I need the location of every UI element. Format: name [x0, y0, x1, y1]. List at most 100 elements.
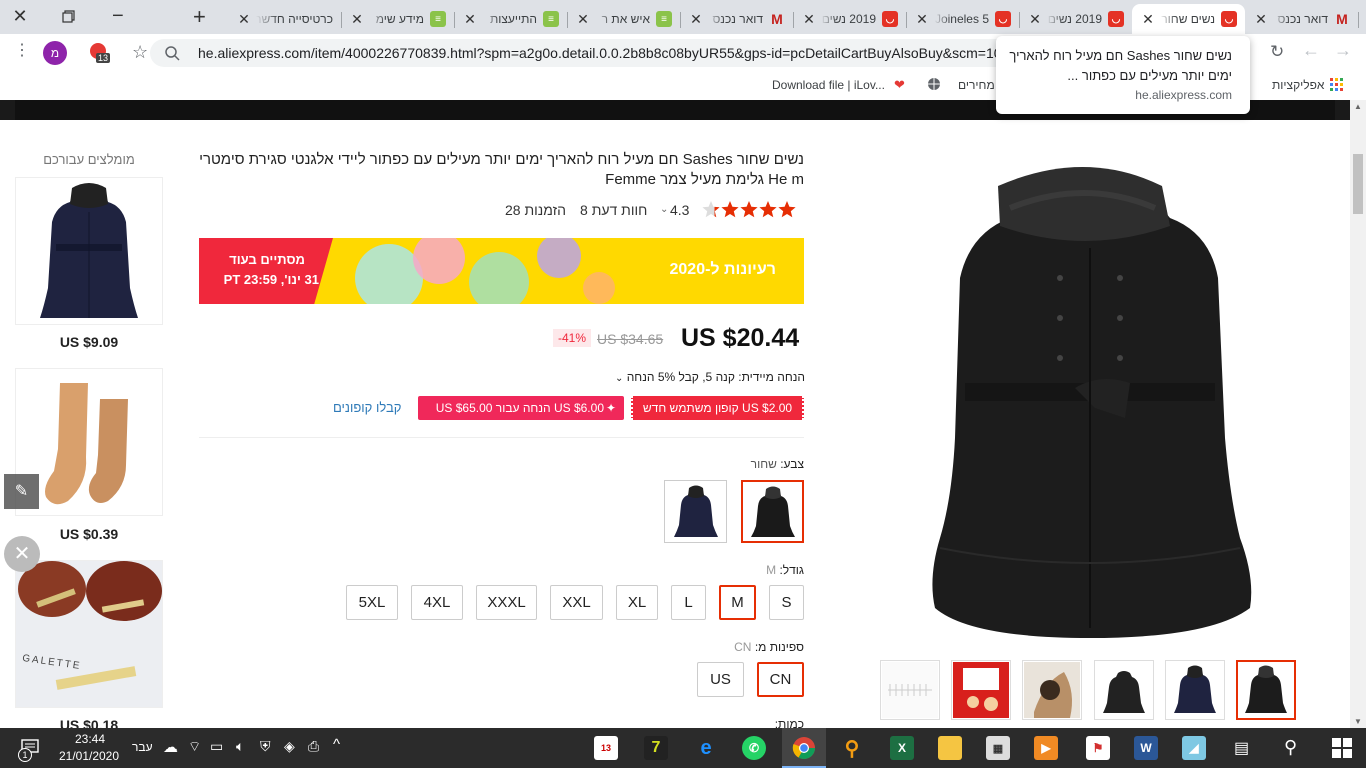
size-option-s[interactable]: S — [769, 585, 804, 620]
size-option-xxl[interactable]: XXL — [550, 585, 603, 620]
instant-discount[interactable]: הנחה מיידית: קנה 5, קבל 5% הנחה ⌄ — [607, 370, 805, 384]
new-tab-button[interactable]: + — [193, 4, 213, 29]
tab-close-icon[interactable]: ✕ — [1027, 11, 1043, 28]
wifi-icon[interactable]: ⌔ — [188, 738, 201, 756]
size-option-l[interactable]: L — [671, 585, 706, 620]
tab[interactable]: ≡ מידע שימ ✕ — [341, 4, 454, 34]
tab[interactable]: כרטיסייה חדשה ✕ — [228, 4, 341, 34]
bookmark-apps[interactable]: אפליקציות — [1272, 78, 1324, 92]
tab[interactable]: M דואר נכנס ✕ — [1245, 4, 1358, 34]
address-bar[interactable]: he.aliexpress.com/item/4000226770839.htm… — [150, 39, 1010, 67]
battery-icon[interactable]: ▭ — [210, 738, 223, 755]
clock-time[interactable]: 23:44 — [60, 732, 120, 746]
tab-close-icon[interactable]: ✕ — [688, 11, 704, 28]
bookmark-prices[interactable]: מחירים — [958, 78, 995, 92]
taskbar-file-explorer-icon[interactable] — [938, 736, 962, 760]
tab[interactable]: ≡ התייעצות ✕ — [454, 4, 567, 34]
size-option-m[interactable]: M — [719, 585, 756, 620]
profile-avatar[interactable]: מ — [43, 41, 67, 65]
sparkle-icon: ✦ — [605, 401, 616, 415]
get-coupons-link[interactable]: קבלו קופונים — [333, 400, 401, 415]
tab[interactable]: ◡ 2019 נשים ✕ — [1019, 4, 1132, 34]
onedrive-icon[interactable]: ☁ — [163, 738, 178, 756]
thumbnail-add-to-cart[interactable] — [951, 660, 1011, 720]
tab[interactable]: ≡ איש את ר ✕ — [567, 4, 680, 34]
globe-icon[interactable] — [927, 77, 941, 94]
taskbar-excel-icon[interactable]: X — [890, 736, 914, 760]
thumbnail-size-chart[interactable] — [880, 660, 940, 720]
product-main-image[interactable] — [880, 148, 1295, 648]
zoom-icon[interactable] — [164, 39, 180, 67]
color-option-navy[interactable] — [664, 480, 727, 543]
edit-floating-button[interactable]: ✎ — [4, 474, 39, 509]
coupon-discount[interactable]: ✦ US $6.00 הנחה עבור US $65.00 — [418, 396, 624, 420]
reload-icon[interactable]: ↻ — [1270, 42, 1284, 62]
scroll-down-arrow[interactable]: ▼ — [1354, 717, 1362, 726]
tab-close-icon[interactable]: ✕ — [236, 11, 252, 28]
thumbnail-navy[interactable] — [1165, 660, 1225, 720]
size-option-4xl[interactable]: 4XL — [411, 585, 463, 620]
ship-option-cn[interactable]: CN — [757, 662, 804, 697]
taskbar-chrome-active[interactable] — [782, 728, 826, 768]
close-window-icon[interactable]: ✕ — [8, 6, 32, 28]
taskbar-search-app-icon[interactable]: ⚲ — [840, 736, 864, 760]
recommended-item-coat[interactable] — [15, 177, 163, 325]
heart-icon[interactable]: ❤ — [894, 77, 905, 93]
taskbar-app-icon[interactable]: ◢ — [1182, 736, 1206, 760]
menu-kebab-icon[interactable]: ⋮ — [14, 43, 30, 63]
printer-icon[interactable]: ⎙ — [308, 738, 319, 755]
minimize-window-icon[interactable]: − — [112, 5, 132, 27]
taskbar-app-7zip-icon[interactable]: 7 — [644, 736, 668, 760]
apps-grid-icon[interactable] — [1330, 78, 1344, 92]
recommended-item-hairclips[interactable]: GALETTE — [15, 560, 163, 708]
security-icon[interactable]: ⛨ — [260, 738, 271, 755]
size-option-5xl[interactable]: 5XL — [346, 585, 398, 620]
taskbar-app-calendar-icon[interactable]: 13 — [594, 736, 618, 760]
windows-start-icon[interactable] — [1332, 738, 1352, 758]
language-indicator[interactable]: עבר — [132, 740, 153, 754]
taskbar-pdf-icon[interactable]: ⚑ — [1086, 736, 1110, 760]
thumbnail-fur-detail[interactable] — [1022, 660, 1082, 720]
promo-banner[interactable]: מסתיים בעוד 31 ינו', PT 23:59 רעיונות ל-… — [199, 238, 804, 304]
tab-close-icon[interactable]: ✕ — [1253, 11, 1269, 28]
reviews-count[interactable]: 8 חוות דעת — [580, 202, 647, 218]
scroll-up-arrow[interactable]: ▲ — [1354, 102, 1362, 111]
taskbar-edge-icon[interactable]: e — [694, 736, 718, 760]
tab-close-icon[interactable]: ✕ — [1140, 11, 1156, 28]
ship-option-us[interactable]: US — [697, 662, 744, 697]
tab[interactable]: M דואר נכנס ✕ — [680, 4, 793, 34]
tab[interactable]: ◡ Joineles 5 ✕ — [906, 4, 1019, 34]
clock-date[interactable]: 21/01/2020 — [56, 749, 122, 763]
task-view-icon[interactable]: ▤ — [1234, 738, 1249, 758]
dropbox-icon[interactable]: ◈ — [284, 738, 295, 755]
coupon-new-user[interactable]: US $2.00 קופון משתמש חדש — [631, 396, 804, 420]
tab-close-icon[interactable]: ✕ — [801, 11, 817, 28]
close-floating-icon[interactable]: ✕ — [4, 536, 40, 572]
color-option-black[interactable] — [741, 480, 804, 543]
taskbar-calculator-icon[interactable]: ▦ — [986, 736, 1010, 760]
taskbar-media-icon[interactable]: ▶ — [1034, 736, 1058, 760]
bookmark-download[interactable]: Download file | iLov... — [772, 78, 885, 92]
rating-dropdown-icon[interactable]: ⌄ — [660, 204, 668, 215]
forward-icon[interactable]: ← — [1302, 40, 1320, 61]
restore-window-icon[interactable] — [58, 6, 78, 26]
scrollbar-thumb[interactable] — [1353, 154, 1363, 214]
search-icon[interactable]: ⚲ — [1284, 737, 1297, 758]
size-option-xl[interactable]: XL — [616, 585, 658, 620]
show-hidden-icons[interactable]: ^ — [333, 736, 340, 753]
thumbnail-black-back[interactable] — [1094, 660, 1154, 720]
taskbar-word-icon[interactable]: W — [1134, 736, 1158, 760]
tab-close-icon[interactable]: ✕ — [914, 11, 930, 28]
extension-icon[interactable]: 13 — [90, 43, 111, 63]
volume-icon[interactable]: 🔈︎ — [236, 738, 244, 755]
tab[interactable]: ◡ 2019 נשים ✕ — [793, 4, 906, 34]
tab-close-icon[interactable]: ✕ — [349, 11, 365, 28]
tab-close-icon[interactable]: ✕ — [462, 11, 478, 28]
thumbnail-black-front[interactable] — [1236, 660, 1296, 720]
back-icon[interactable]: → — [1334, 40, 1352, 61]
tab[interactable]: ◡ נשים שחור ✕ — [1132, 4, 1245, 34]
bookmark-star-icon[interactable]: ☆ — [132, 42, 148, 63]
taskbar-whatsapp-icon[interactable]: ✆ — [742, 736, 766, 760]
size-option-xxxl[interactable]: XXXL — [476, 585, 537, 620]
tab-close-icon[interactable]: ✕ — [575, 11, 591, 28]
